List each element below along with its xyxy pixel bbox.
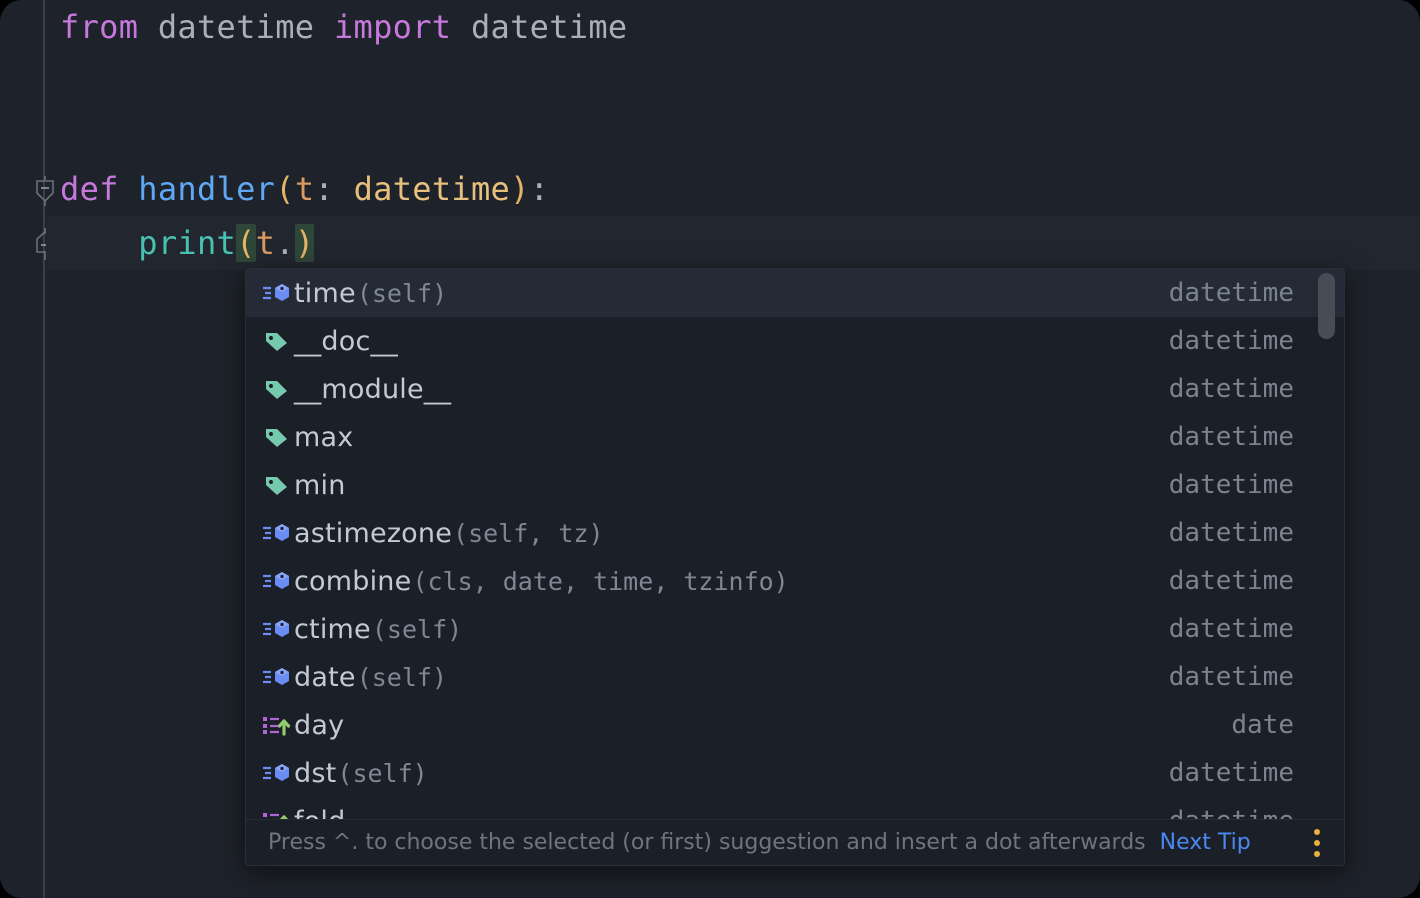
method-icon	[260, 280, 294, 306]
completion-item-params: (self)	[356, 662, 447, 692]
completion-popup[interactable]: time (self) datetime __doc__ datetime __…	[245, 268, 1345, 866]
completion-item-name: day	[294, 709, 345, 741]
completion-item-name: combine	[294, 565, 412, 597]
kebab-dot	[1314, 850, 1320, 857]
completion-item-ctime[interactable]: ctime (self) datetime	[246, 605, 1344, 653]
completion-item-params: (self)	[371, 614, 463, 644]
completion-scrollbar-thumb[interactable]	[1318, 273, 1335, 339]
token-param-t: t	[294, 170, 315, 208]
field-icon	[260, 328, 294, 354]
completion-item-max[interactable]: max datetime	[246, 413, 1344, 461]
kebab-dot	[1314, 828, 1320, 835]
property-icon	[260, 712, 294, 738]
completion-item-source: datetime	[1168, 278, 1294, 308]
token-keyword-from: from	[60, 8, 139, 46]
field-icon	[260, 424, 294, 450]
completion-item-name: time	[294, 277, 356, 309]
next-tip-link[interactable]: Next Tip	[1160, 830, 1251, 855]
completion-scrollbar[interactable]	[1318, 272, 1335, 818]
token-keyword-import: import	[333, 8, 452, 46]
completion-item-name: astimezone	[294, 517, 453, 549]
completion-item-source: date	[1231, 710, 1294, 740]
method-icon	[260, 760, 294, 786]
token-colon: :	[314, 170, 334, 208]
method-icon	[260, 616, 294, 642]
completion-item-params: (self)	[356, 278, 448, 308]
token-keyword-def: def	[60, 170, 119, 208]
completion-item-doc[interactable]: __doc__ datetime	[246, 317, 1344, 365]
token-paren-close: )	[510, 170, 530, 208]
method-icon	[260, 568, 294, 594]
completion-item-combine[interactable]: combine (cls, date, time, tzinfo) dateti…	[246, 557, 1344, 605]
completion-item-source: datetime	[1168, 470, 1294, 500]
completion-item-source: datetime	[1168, 326, 1294, 356]
completion-item-date[interactable]: date (self) datetime	[246, 653, 1344, 701]
token-call-print: print	[138, 224, 237, 262]
completion-item-name: dst	[294, 757, 337, 789]
completion-item-time[interactable]: time (self) datetime	[246, 269, 1344, 317]
method-icon	[260, 520, 294, 546]
token-paren-close-matched: )	[294, 224, 315, 262]
code-line-4: def handler(t: datetime):	[60, 162, 549, 216]
completion-item-dst[interactable]: dst (self) datetime	[246, 749, 1344, 797]
editor-window: from datetime import datetime def handle…	[0, 0, 1420, 898]
completion-item-name: ctime	[294, 613, 371, 645]
completion-item-source: datetime	[1168, 374, 1294, 404]
code-line-5: print(t.)	[60, 216, 315, 270]
token-module-datetime: datetime	[157, 8, 315, 46]
token-var-t: t	[255, 224, 276, 262]
token-function-handler: handler	[138, 170, 276, 208]
completion-item-module[interactable]: __module__ datetime	[246, 365, 1344, 413]
completion-item-source: datetime	[1168, 422, 1294, 452]
editor-gutter	[0, 0, 44, 898]
kebab-dot	[1314, 839, 1320, 846]
completion-item-name: date	[294, 661, 356, 693]
completion-item-source: datetime	[1168, 566, 1294, 596]
gutter-divider	[43, 0, 45, 898]
completion-item-source: datetime	[1168, 758, 1294, 788]
token-type-datetime: datetime	[353, 170, 511, 208]
completion-item-name: __module__	[294, 373, 452, 405]
completion-item-source: datetime	[1168, 614, 1294, 644]
completion-item-source: datetime	[1168, 518, 1294, 548]
kebab-menu-icon[interactable]	[1304, 826, 1330, 860]
completion-item-name: min	[294, 469, 346, 501]
completion-item-params: (self)	[337, 758, 428, 788]
completion-status-bar: Press ^. to choose the selected (or firs…	[246, 819, 1344, 865]
token-dot: .	[275, 224, 295, 262]
token-colon-end: :	[529, 170, 550, 208]
completion-item-day[interactable]: day date	[246, 701, 1344, 749]
token-name-datetime: datetime	[470, 8, 628, 46]
tip-text: Press ^. to choose the selected (or firs…	[268, 830, 1146, 855]
completion-item-min[interactable]: min datetime	[246, 461, 1344, 509]
completion-item-astimezone[interactable]: astimezone (self, tz) datetime	[246, 509, 1344, 557]
completion-list[interactable]: time (self) datetime __doc__ datetime __…	[246, 269, 1344, 821]
token-paren-open: (	[275, 170, 295, 208]
completion-item-source: datetime	[1168, 662, 1294, 692]
completion-item-params: (self, tz)	[453, 518, 604, 548]
completion-item-name: __doc__	[294, 325, 398, 357]
completion-item-params: (cls, date, time, tzinfo)	[412, 566, 789, 596]
completion-item-name: max	[294, 421, 354, 453]
token-paren-open-matched: (	[236, 224, 256, 262]
code-line-1: from datetime import datetime	[60, 0, 627, 54]
completion-item-fold[interactable]: fold datetime	[246, 797, 1344, 821]
field-icon	[260, 376, 294, 402]
method-icon	[260, 664, 294, 690]
field-icon	[260, 472, 294, 498]
